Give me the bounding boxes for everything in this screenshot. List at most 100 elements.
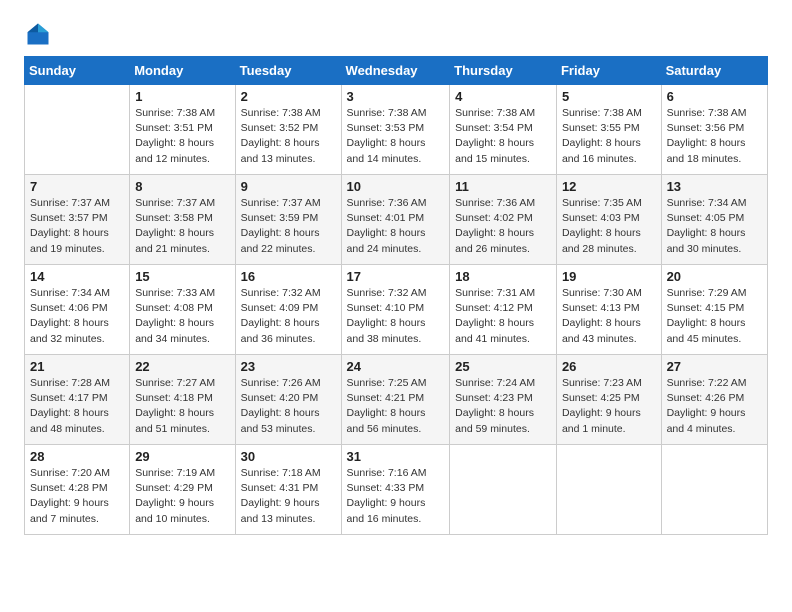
weekday-header-friday: Friday — [556, 57, 661, 85]
calendar-cell: 10 Sunrise: 7:36 AM Sunset: 4:01 PM Dayli… — [341, 175, 450, 265]
day-info: Sunrise: 7:38 AM Sunset: 3:53 PM Dayligh… — [347, 106, 445, 167]
day-info: Sunrise: 7:34 AM Sunset: 4:05 PM Dayligh… — [667, 196, 762, 257]
day-number: 28 — [30, 449, 124, 464]
calendar-week-row: 7 Sunrise: 7:37 AM Sunset: 3:57 PM Daylig… — [25, 175, 768, 265]
day-number: 24 — [347, 359, 445, 374]
day-info: Sunrise: 7:37 AM Sunset: 3:58 PM Dayligh… — [135, 196, 229, 257]
calendar-cell: 6Sunrise: 7:38 AM Sunset: 3:56 PM Daylig… — [661, 85, 767, 175]
day-number: 18 — [455, 269, 551, 284]
day-info: Sunrise: 7:38 AM Sunset: 3:52 PM Dayligh… — [241, 106, 336, 167]
day-info: Sunrise: 7:23 AM Sunset: 4:25 PM Dayligh… — [562, 376, 656, 437]
day-number: 4 — [455, 89, 551, 104]
logo-icon — [24, 20, 52, 48]
day-number: 22 — [135, 359, 229, 374]
day-info: Sunrise: 7:29 AM Sunset: 4:15 PM Dayligh… — [667, 286, 762, 347]
page-header — [24, 20, 768, 48]
day-number: 8 — [135, 179, 229, 194]
day-number: 11 — [455, 179, 551, 194]
weekday-header-saturday: Saturday — [661, 57, 767, 85]
day-number: 3 — [347, 89, 445, 104]
day-number: 26 — [562, 359, 656, 374]
calendar-cell: 24 Sunrise: 7:25 AM Sunset: 4:21 PM Dayli… — [341, 355, 450, 445]
calendar-cell: 17Sunrise: 7:32 AM Sunset: 4:10 PM Dayli… — [341, 265, 450, 355]
calendar-cell: 2 Sunrise: 7:38 AM Sunset: 3:52 PM Daylig… — [235, 85, 341, 175]
day-number: 2 — [241, 89, 336, 104]
day-number: 15 — [135, 269, 229, 284]
day-info: Sunrise: 7:18 AM Sunset: 4:31 PM Dayligh… — [241, 466, 336, 527]
weekday-header-wednesday: Wednesday — [341, 57, 450, 85]
calendar-cell: 4 Sunrise: 7:38 AM Sunset: 3:54 PM Daylig… — [450, 85, 557, 175]
calendar-cell: 29Sunrise: 7:19 AM Sunset: 4:29 PM Dayli… — [130, 445, 235, 535]
calendar-cell: 25Sunrise: 7:24 AM Sunset: 4:23 PM Dayli… — [450, 355, 557, 445]
calendar-cell: 19Sunrise: 7:30 AM Sunset: 4:13 PM Dayli… — [556, 265, 661, 355]
day-number: 5 — [562, 89, 656, 104]
calendar-cell: 28 Sunrise: 7:20 AM Sunset: 4:28 PM Dayli… — [25, 445, 130, 535]
day-number: 21 — [30, 359, 124, 374]
calendar-week-row: 28 Sunrise: 7:20 AM Sunset: 4:28 PM Dayli… — [25, 445, 768, 535]
day-info: Sunrise: 7:30 AM Sunset: 4:13 PM Dayligh… — [562, 286, 656, 347]
calendar-cell: 27 Sunrise: 7:22 AM Sunset: 4:26 PM Dayli… — [661, 355, 767, 445]
day-number: 9 — [241, 179, 336, 194]
day-number: 12 — [562, 179, 656, 194]
calendar-cell: 31 Sunrise: 7:16 AM Sunset: 4:33 PM Dayli… — [341, 445, 450, 535]
day-info: Sunrise: 7:35 AM Sunset: 4:03 PM Dayligh… — [562, 196, 656, 257]
calendar-cell: 1Sunrise: 7:38 AM Sunset: 3:51 PM Daylig… — [130, 85, 235, 175]
day-info: Sunrise: 7:26 AM Sunset: 4:20 PM Dayligh… — [241, 376, 336, 437]
calendar-cell: 26 Sunrise: 7:23 AM Sunset: 4:25 PM Dayli… — [556, 355, 661, 445]
calendar-cell: 20 Sunrise: 7:29 AM Sunset: 4:15 PM Dayli… — [661, 265, 767, 355]
day-info: Sunrise: 7:37 AM Sunset: 3:59 PM Dayligh… — [241, 196, 336, 257]
day-info: Sunrise: 7:38 AM Sunset: 3:55 PM Dayligh… — [562, 106, 656, 167]
calendar-week-row: 14Sunrise: 7:34 AM Sunset: 4:06 PM Dayli… — [25, 265, 768, 355]
day-info: Sunrise: 7:32 AM Sunset: 4:09 PM Dayligh… — [241, 286, 336, 347]
day-info: Sunrise: 7:28 AM Sunset: 4:17 PM Dayligh… — [30, 376, 124, 437]
day-info: Sunrise: 7:16 AM Sunset: 4:33 PM Dayligh… — [347, 466, 445, 527]
weekday-header-thursday: Thursday — [450, 57, 557, 85]
calendar-cell: 8 Sunrise: 7:37 AM Sunset: 3:58 PM Daylig… — [130, 175, 235, 265]
logo — [24, 20, 56, 48]
day-info: Sunrise: 7:38 AM Sunset: 3:54 PM Dayligh… — [455, 106, 551, 167]
day-number: 31 — [347, 449, 445, 464]
calendar-cell — [661, 445, 767, 535]
calendar-cell: 11 Sunrise: 7:36 AM Sunset: 4:02 PM Dayli… — [450, 175, 557, 265]
day-info: Sunrise: 7:22 AM Sunset: 4:26 PM Dayligh… — [667, 376, 762, 437]
weekday-header-sunday: Sunday — [25, 57, 130, 85]
calendar-cell: 18 Sunrise: 7:31 AM Sunset: 4:12 PM Dayli… — [450, 265, 557, 355]
calendar-cell: 16 Sunrise: 7:32 AM Sunset: 4:09 PM Dayli… — [235, 265, 341, 355]
calendar-cell — [450, 445, 557, 535]
day-number: 10 — [347, 179, 445, 194]
day-number: 16 — [241, 269, 336, 284]
day-info: Sunrise: 7:25 AM Sunset: 4:21 PM Dayligh… — [347, 376, 445, 437]
calendar-cell — [25, 85, 130, 175]
calendar-cell: 14Sunrise: 7:34 AM Sunset: 4:06 PM Dayli… — [25, 265, 130, 355]
day-number: 14 — [30, 269, 124, 284]
day-info: Sunrise: 7:20 AM Sunset: 4:28 PM Dayligh… — [30, 466, 124, 527]
calendar-cell — [556, 445, 661, 535]
day-number: 23 — [241, 359, 336, 374]
day-info: Sunrise: 7:33 AM Sunset: 4:08 PM Dayligh… — [135, 286, 229, 347]
calendar-cell: 12 Sunrise: 7:35 AM Sunset: 4:03 PM Dayli… — [556, 175, 661, 265]
calendar-cell: 22 Sunrise: 7:27 AM Sunset: 4:18 PM Dayli… — [130, 355, 235, 445]
day-info: Sunrise: 7:31 AM Sunset: 4:12 PM Dayligh… — [455, 286, 551, 347]
calendar-cell: 7 Sunrise: 7:37 AM Sunset: 3:57 PM Daylig… — [25, 175, 130, 265]
day-number: 25 — [455, 359, 551, 374]
day-number: 27 — [667, 359, 762, 374]
day-info: Sunrise: 7:37 AM Sunset: 3:57 PM Dayligh… — [30, 196, 124, 257]
day-info: Sunrise: 7:36 AM Sunset: 4:01 PM Dayligh… — [347, 196, 445, 257]
calendar-cell: 13 Sunrise: 7:34 AM Sunset: 4:05 PM Dayli… — [661, 175, 767, 265]
day-number: 7 — [30, 179, 124, 194]
day-number: 29 — [135, 449, 229, 464]
day-info: Sunrise: 7:27 AM Sunset: 4:18 PM Dayligh… — [135, 376, 229, 437]
day-number: 30 — [241, 449, 336, 464]
day-number: 17 — [347, 269, 445, 284]
calendar-cell: 15 Sunrise: 7:33 AM Sunset: 4:08 PM Dayli… — [130, 265, 235, 355]
day-number: 1 — [135, 89, 229, 104]
day-number: 20 — [667, 269, 762, 284]
day-info: Sunrise: 7:38 AM Sunset: 3:56 PM Dayligh… — [667, 106, 762, 167]
calendar-cell: 3 Sunrise: 7:38 AM Sunset: 3:53 PM Daylig… — [341, 85, 450, 175]
day-number: 13 — [667, 179, 762, 194]
calendar-table: SundayMondayTuesdayWednesdayThursdayFrid… — [24, 56, 768, 535]
day-info: Sunrise: 7:36 AM Sunset: 4:02 PM Dayligh… — [455, 196, 551, 257]
calendar-week-row: 21 Sunrise: 7:28 AM Sunset: 4:17 PM Dayli… — [25, 355, 768, 445]
calendar-cell: 9 Sunrise: 7:37 AM Sunset: 3:59 PM Daylig… — [235, 175, 341, 265]
calendar-cell: 21 Sunrise: 7:28 AM Sunset: 4:17 PM Dayli… — [25, 355, 130, 445]
